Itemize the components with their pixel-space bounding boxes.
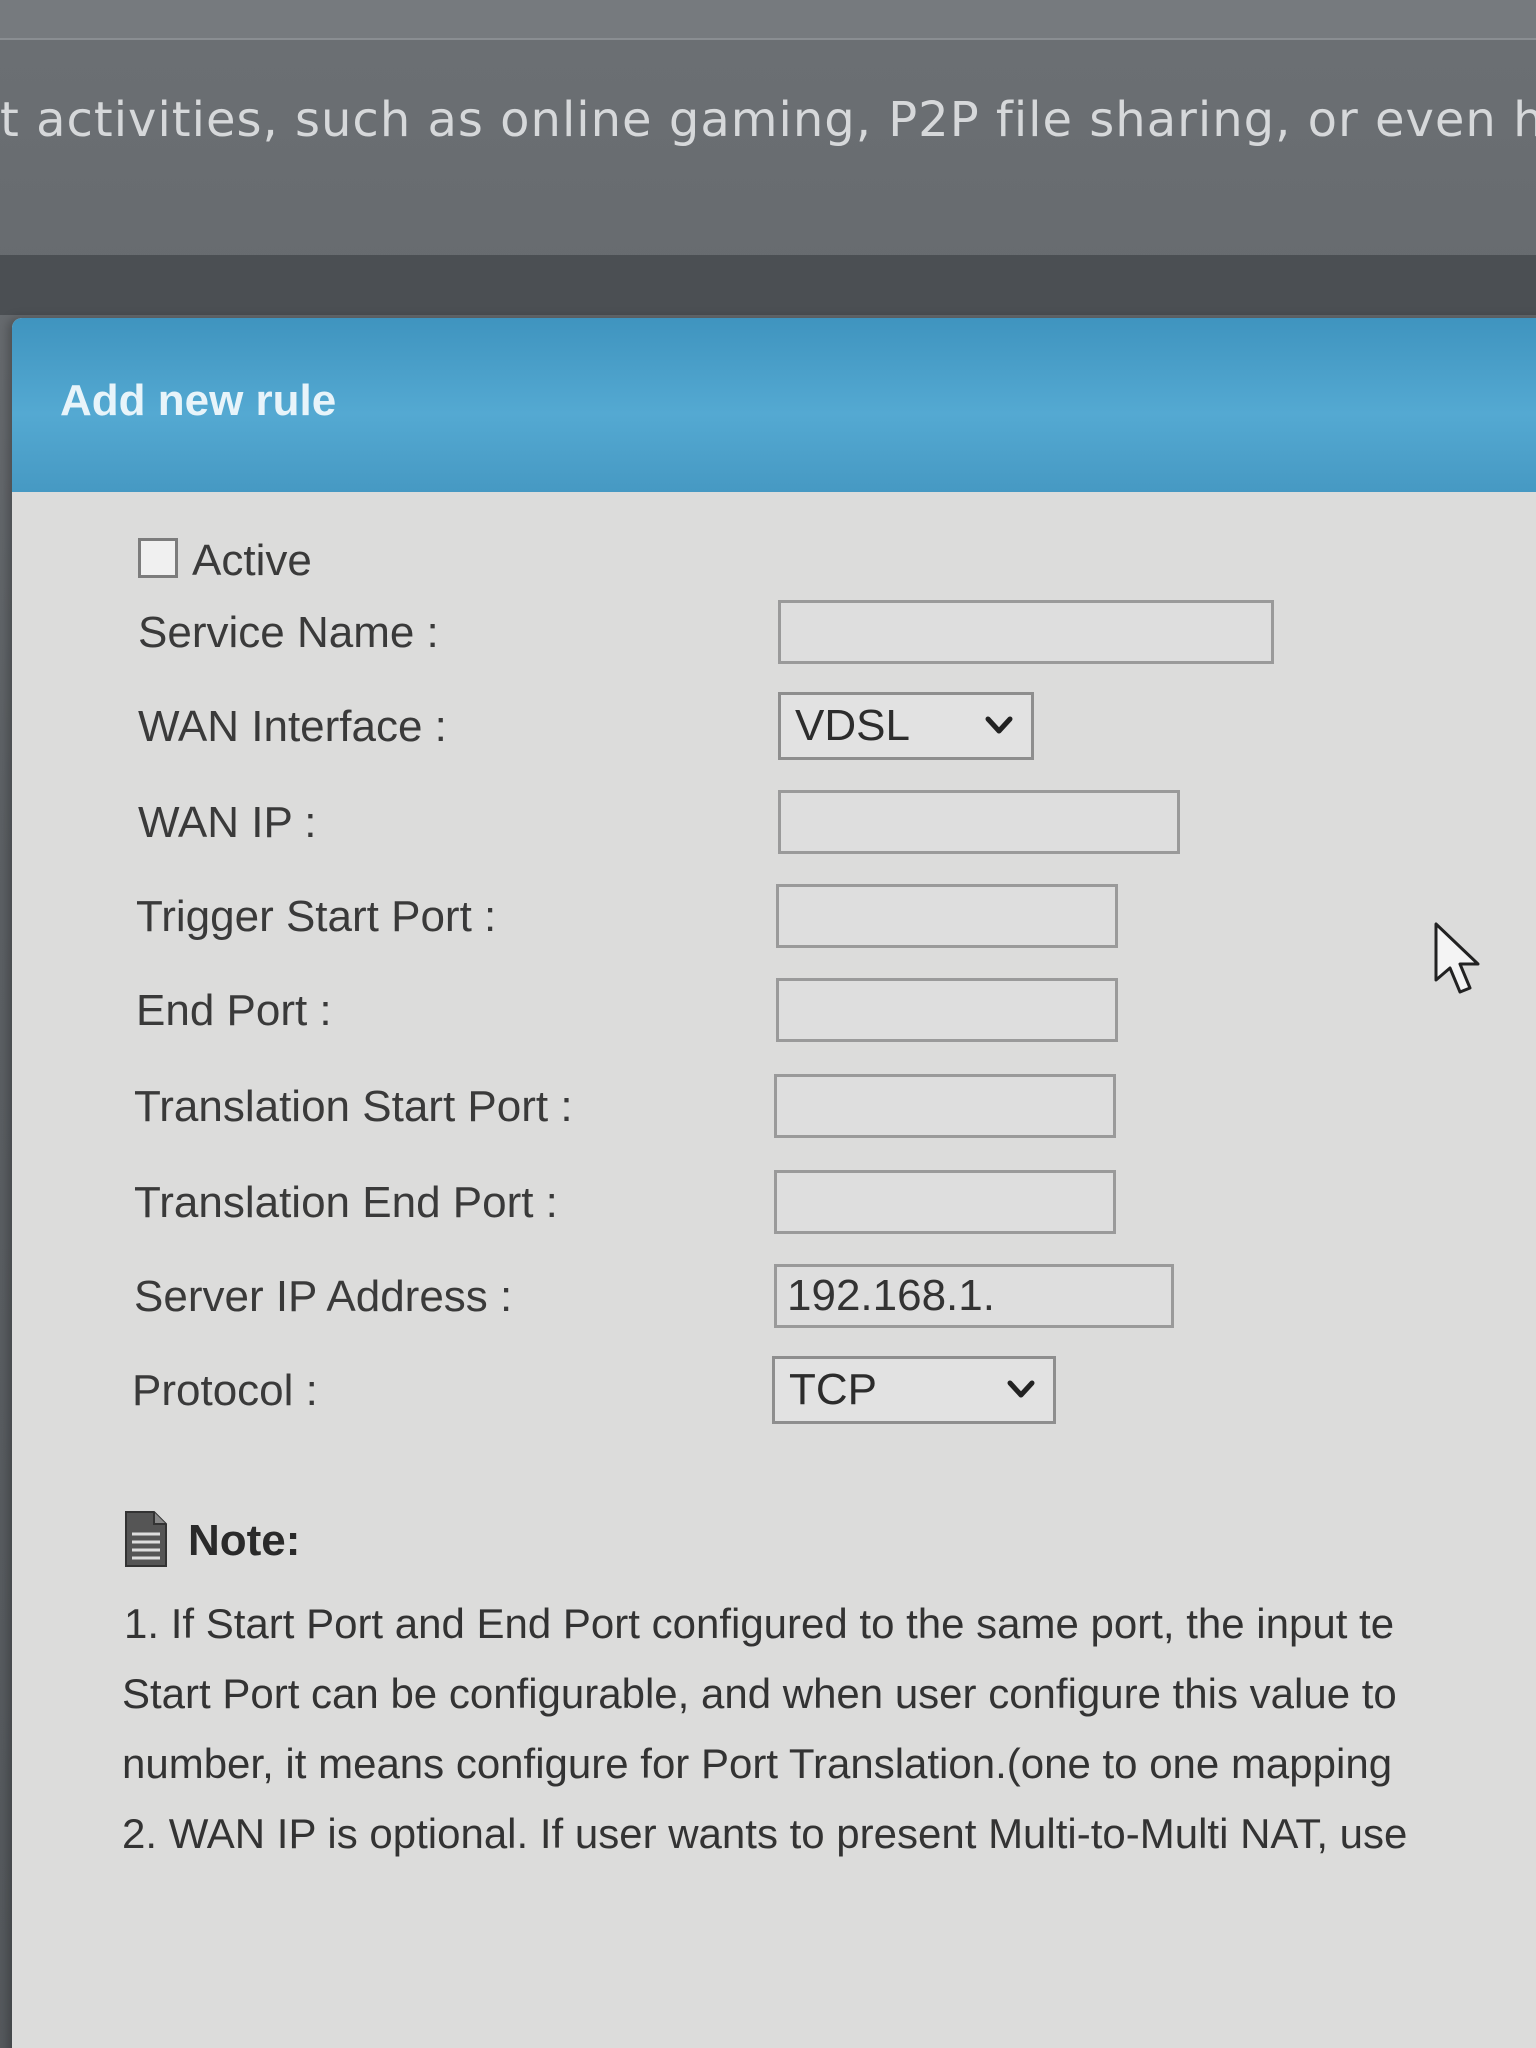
wan-ip-label: WAN IP : (138, 798, 317, 847)
wan-interface-label: WAN Interface : (138, 702, 447, 751)
translation-start-port-label: Translation Start Port : (134, 1082, 573, 1131)
service-name-input[interactable] (778, 600, 1274, 664)
note-line-1: 1. If Start Port and End Port configured… (124, 1600, 1395, 1647)
note-line-2: Start Port can be configurable, and when… (122, 1670, 1397, 1717)
active-checkbox[interactable] (138, 538, 178, 578)
note-document-icon (125, 1511, 167, 1567)
service-name-label: Service Name : (138, 608, 439, 657)
protocol-value: TCP (789, 1365, 877, 1414)
dialog-header: Add new rule (12, 318, 1536, 492)
dialog-title: Add new rule (60, 376, 337, 425)
background-description-text: t activities, such as online gaming, P2P… (0, 92, 1536, 148)
note-line-3: number, it means configure for Port Tran… (122, 1740, 1393, 1787)
active-label: Active (192, 536, 312, 585)
wan-interface-select[interactable]: VDSL (778, 692, 1034, 760)
protocol-select[interactable]: TCP (772, 1356, 1056, 1424)
end-port-label: End Port : (136, 986, 332, 1035)
end-port-input[interactable] (776, 978, 1118, 1042)
protocol-label: Protocol : (132, 1366, 318, 1415)
translation-end-port-input[interactable] (774, 1170, 1116, 1234)
wan-ip-input[interactable] (778, 790, 1180, 854)
page-backdrop: t activities, such as online gaming, P2P… (0, 0, 1536, 2048)
note-title: Note: (188, 1516, 301, 1565)
translation-start-port-input[interactable] (774, 1074, 1116, 1138)
translation-end-port-label: Translation End Port : (134, 1178, 558, 1227)
add-rule-dialog: Add new rule Active Service Name : WAN I… (12, 318, 1536, 2048)
server-ip-address-label: Server IP Address : (134, 1272, 513, 1321)
chevron-down-icon (985, 716, 1013, 734)
note-line-4: 2. WAN IP is optional. If user wants to … (122, 1810, 1408, 1857)
trigger-start-port-input[interactable] (776, 884, 1118, 948)
chevron-down-icon (1007, 1380, 1035, 1398)
browser-top-edge (0, 0, 1536, 40)
server-ip-address-input[interactable]: 192.168.1. (774, 1264, 1174, 1328)
background-band (0, 255, 1536, 315)
mouse-pointer-icon (1434, 922, 1480, 994)
wan-interface-value: VDSL (795, 701, 910, 750)
trigger-start-port-label: Trigger Start Port : (136, 892, 497, 941)
dialog-body: Active Service Name : WAN Interface : VD… (12, 492, 1536, 2048)
